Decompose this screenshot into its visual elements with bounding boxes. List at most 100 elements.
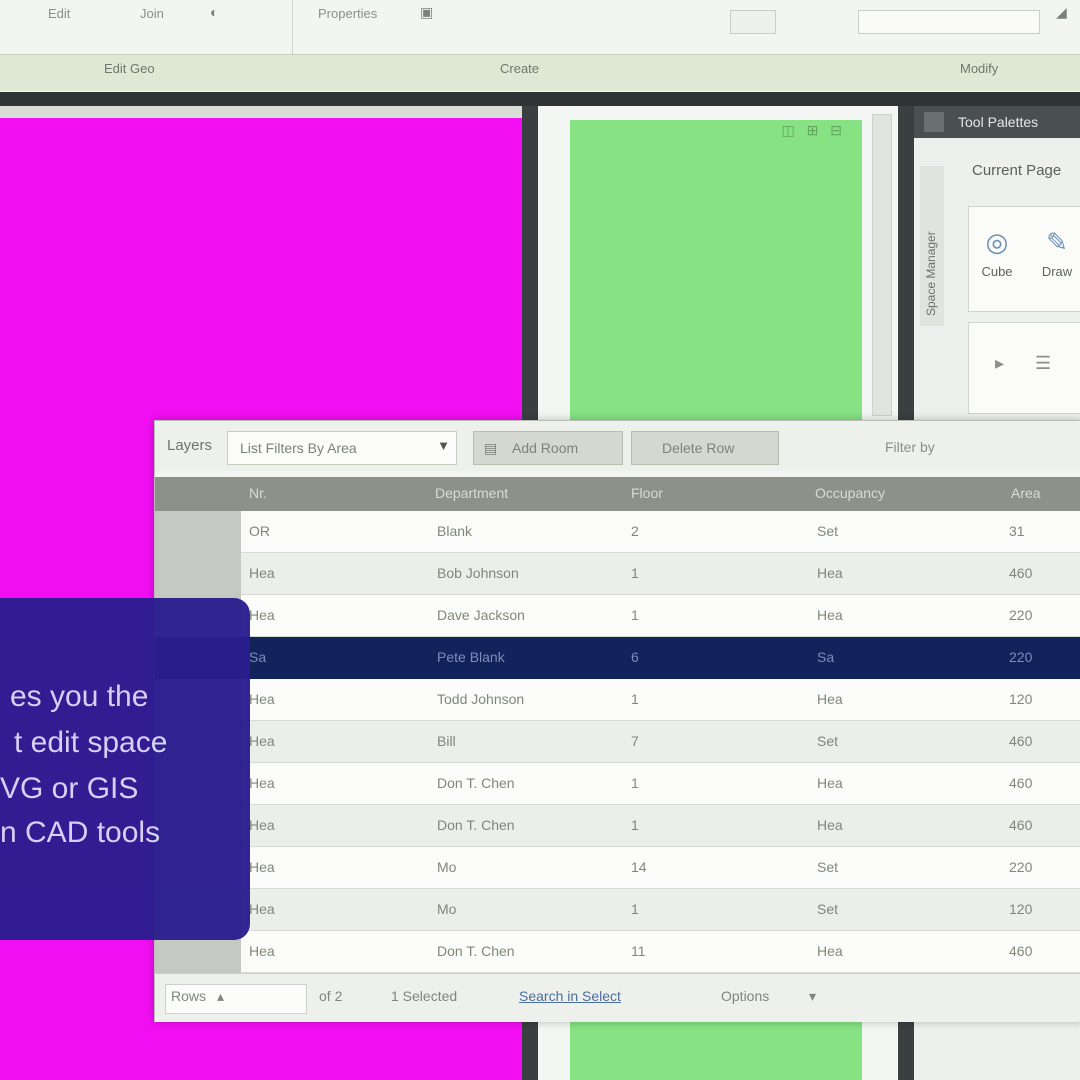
cell-floor[interactable]: 1 xyxy=(623,553,810,595)
filter-by-label: Filter by xyxy=(885,439,935,455)
table-row[interactable]: Hea Don T. Chen 1 Hea 460 xyxy=(155,805,1080,848)
column-header-occupancy[interactable]: Occupancy xyxy=(815,485,885,501)
cell-nr[interactable]: Hea xyxy=(241,931,430,973)
cell-floor[interactable]: 1 xyxy=(623,889,810,931)
table-row[interactable]: OR Blank 2 Set 31 xyxy=(155,511,1080,554)
viewport-controls-icon[interactable]: ◫ ⊞ ⊟ xyxy=(782,122,846,139)
cell-occupancy[interactable]: Set xyxy=(809,721,1002,763)
table-row[interactable]: Hea Don T. Chen 11 Hea 460 xyxy=(155,931,1080,973)
cell-area[interactable]: 460 xyxy=(1001,721,1080,763)
rows-dropdown-icon[interactable]: ▴ xyxy=(217,988,224,1005)
draw-tool[interactable]: ✎ Draw xyxy=(1035,227,1079,279)
cell-nr[interactable]: Hea xyxy=(241,721,430,763)
cell-floor[interactable]: 1 xyxy=(623,595,810,637)
cell-area[interactable]: 120 xyxy=(1001,889,1080,931)
cell-nr[interactable]: Hea xyxy=(241,805,430,847)
join-icon[interactable]: ◐ xyxy=(210,4,228,22)
table-row[interactable]: Hea Todd Johnson 1 Hea 120 xyxy=(155,679,1080,722)
cell-area[interactable]: 460 xyxy=(1001,931,1080,973)
cell-floor[interactable]: 6 xyxy=(623,637,810,679)
cell-area[interactable]: 31 xyxy=(1001,511,1080,553)
cell-area[interactable]: 460 xyxy=(1001,805,1080,847)
delete-row-button[interactable]: Delete Row xyxy=(631,431,779,465)
cell-nr[interactable]: OR xyxy=(241,511,430,553)
list-icon[interactable]: ☰ xyxy=(1035,353,1051,374)
row-header[interactable] xyxy=(155,511,241,554)
ribbon-dropdown[interactable] xyxy=(730,10,776,34)
properties-button[interactable]: Properties xyxy=(318,6,377,42)
cell-nr[interactable]: Hea xyxy=(241,679,430,721)
table-row-selected[interactable]: Sa Pete Blank 6 Sa 220 xyxy=(155,637,1080,680)
cell-nr[interactable]: Sa xyxy=(241,637,430,679)
cell-floor[interactable]: 1 xyxy=(623,805,810,847)
cell-department[interactable]: Bob Johnson xyxy=(429,553,624,595)
cell-department[interactable]: Bill xyxy=(429,721,624,763)
cell-area[interactable]: 220 xyxy=(1001,595,1080,637)
table-row[interactable]: Hea Bill 7 Set 460 xyxy=(155,721,1080,764)
filter-select[interactable]: List Filters By Area ▼ xyxy=(227,431,457,465)
cube-tool[interactable]: ◎ Cube xyxy=(975,227,1019,279)
ribbon: Edit Join Properties ▣ ◐ ◢ Edit Geo Crea… xyxy=(0,0,1080,93)
cell-floor[interactable]: 1 xyxy=(623,679,810,721)
cell-area[interactable]: 120 xyxy=(1001,679,1080,721)
column-header-floor[interactable]: Floor xyxy=(631,485,663,501)
cell-nr[interactable]: Hea xyxy=(241,889,430,931)
cell-nr[interactable]: Hea xyxy=(241,847,430,889)
cell-department[interactable]: Don T. Chen xyxy=(429,763,624,805)
cell-area[interactable]: 460 xyxy=(1001,763,1080,805)
cell-text: Mo xyxy=(437,859,457,875)
cell-area[interactable]: 220 xyxy=(1001,637,1080,679)
table-row[interactable]: Hea Mo 14 Set 220 xyxy=(155,847,1080,890)
cell-floor[interactable]: 11 xyxy=(623,931,810,973)
options-button[interactable]: Options xyxy=(721,988,769,1004)
table-row[interactable]: Hea Bob Johnson 1 Hea 460 xyxy=(155,553,1080,596)
cell-occupancy[interactable]: Hea xyxy=(809,595,1002,637)
cell-occupancy[interactable]: Hea xyxy=(809,931,1002,973)
play-icon[interactable]: ▸ xyxy=(995,353,1004,374)
search-in-select-link[interactable]: Search in Select xyxy=(519,988,621,1004)
table-footer: Rows ▴ of 2 1 Selected Search in Select … xyxy=(155,973,1080,1022)
cell-department[interactable]: Don T. Chen xyxy=(429,805,624,847)
table-row[interactable]: Hea Don T. Chen 1 Hea 460 xyxy=(155,763,1080,806)
cell-area[interactable]: 460 xyxy=(1001,553,1080,595)
cell-occupancy[interactable]: Hea xyxy=(809,553,1002,595)
close-icon[interactable] xyxy=(924,112,944,132)
cell-floor[interactable]: 2 xyxy=(623,511,810,553)
cell-department[interactable]: Mo xyxy=(429,847,624,889)
properties-icon[interactable]: ▣ xyxy=(420,4,438,22)
cell-occupancy[interactable]: Hea xyxy=(809,679,1002,721)
cell-floor[interactable]: 14 xyxy=(623,847,810,889)
column-header-nr[interactable]: Nr. xyxy=(249,485,267,501)
cell-department[interactable]: Dave Jackson xyxy=(429,595,624,637)
cell-occupancy[interactable]: Hea xyxy=(809,805,1002,847)
edit-button[interactable]: Edit xyxy=(48,6,70,42)
cell-department[interactable]: Pete Blank xyxy=(429,637,624,679)
cell-occupancy[interactable]: Set xyxy=(809,511,1002,553)
table-row[interactable]: Hea Mo 1 Set 120 xyxy=(155,889,1080,932)
join-button[interactable]: Join xyxy=(140,6,164,42)
cell-area[interactable]: 220 xyxy=(1001,847,1080,889)
cell-floor[interactable]: 1 xyxy=(623,763,810,805)
cell-floor[interactable]: 7 xyxy=(623,721,810,763)
cell-department[interactable]: Don T. Chen xyxy=(429,931,624,973)
cell-department[interactable]: Blank xyxy=(429,511,624,553)
cell-nr[interactable]: Hea xyxy=(241,595,430,637)
cell-department[interactable]: Todd Johnson xyxy=(429,679,624,721)
column-header-department[interactable]: Department xyxy=(435,485,508,501)
space-manager-tab[interactable]: Space Manager xyxy=(920,166,944,326)
row-header[interactable] xyxy=(155,553,241,596)
cell-occupancy[interactable]: Set xyxy=(809,847,1002,889)
viewport-scrollbar[interactable] xyxy=(872,114,892,416)
cell-nr[interactable]: Hea xyxy=(241,763,430,805)
collapse-icon[interactable]: ◢ xyxy=(1056,4,1074,22)
cell-occupancy[interactable]: Sa xyxy=(809,637,1002,679)
cell-occupancy[interactable]: Set xyxy=(809,889,1002,931)
add-room-button[interactable]: ▤ Add Room xyxy=(473,431,623,465)
cell-occupancy[interactable]: Hea xyxy=(809,763,1002,805)
cell-department[interactable]: Mo xyxy=(429,889,624,931)
column-header-area[interactable]: Area xyxy=(1011,485,1041,501)
cell-nr[interactable]: Hea xyxy=(241,553,430,595)
table-row[interactable]: Hea Dave Jackson 1 Hea 220 xyxy=(155,595,1080,638)
options-dropdown-icon[interactable]: ▾ xyxy=(809,988,816,1005)
ribbon-input[interactable] xyxy=(858,10,1040,34)
